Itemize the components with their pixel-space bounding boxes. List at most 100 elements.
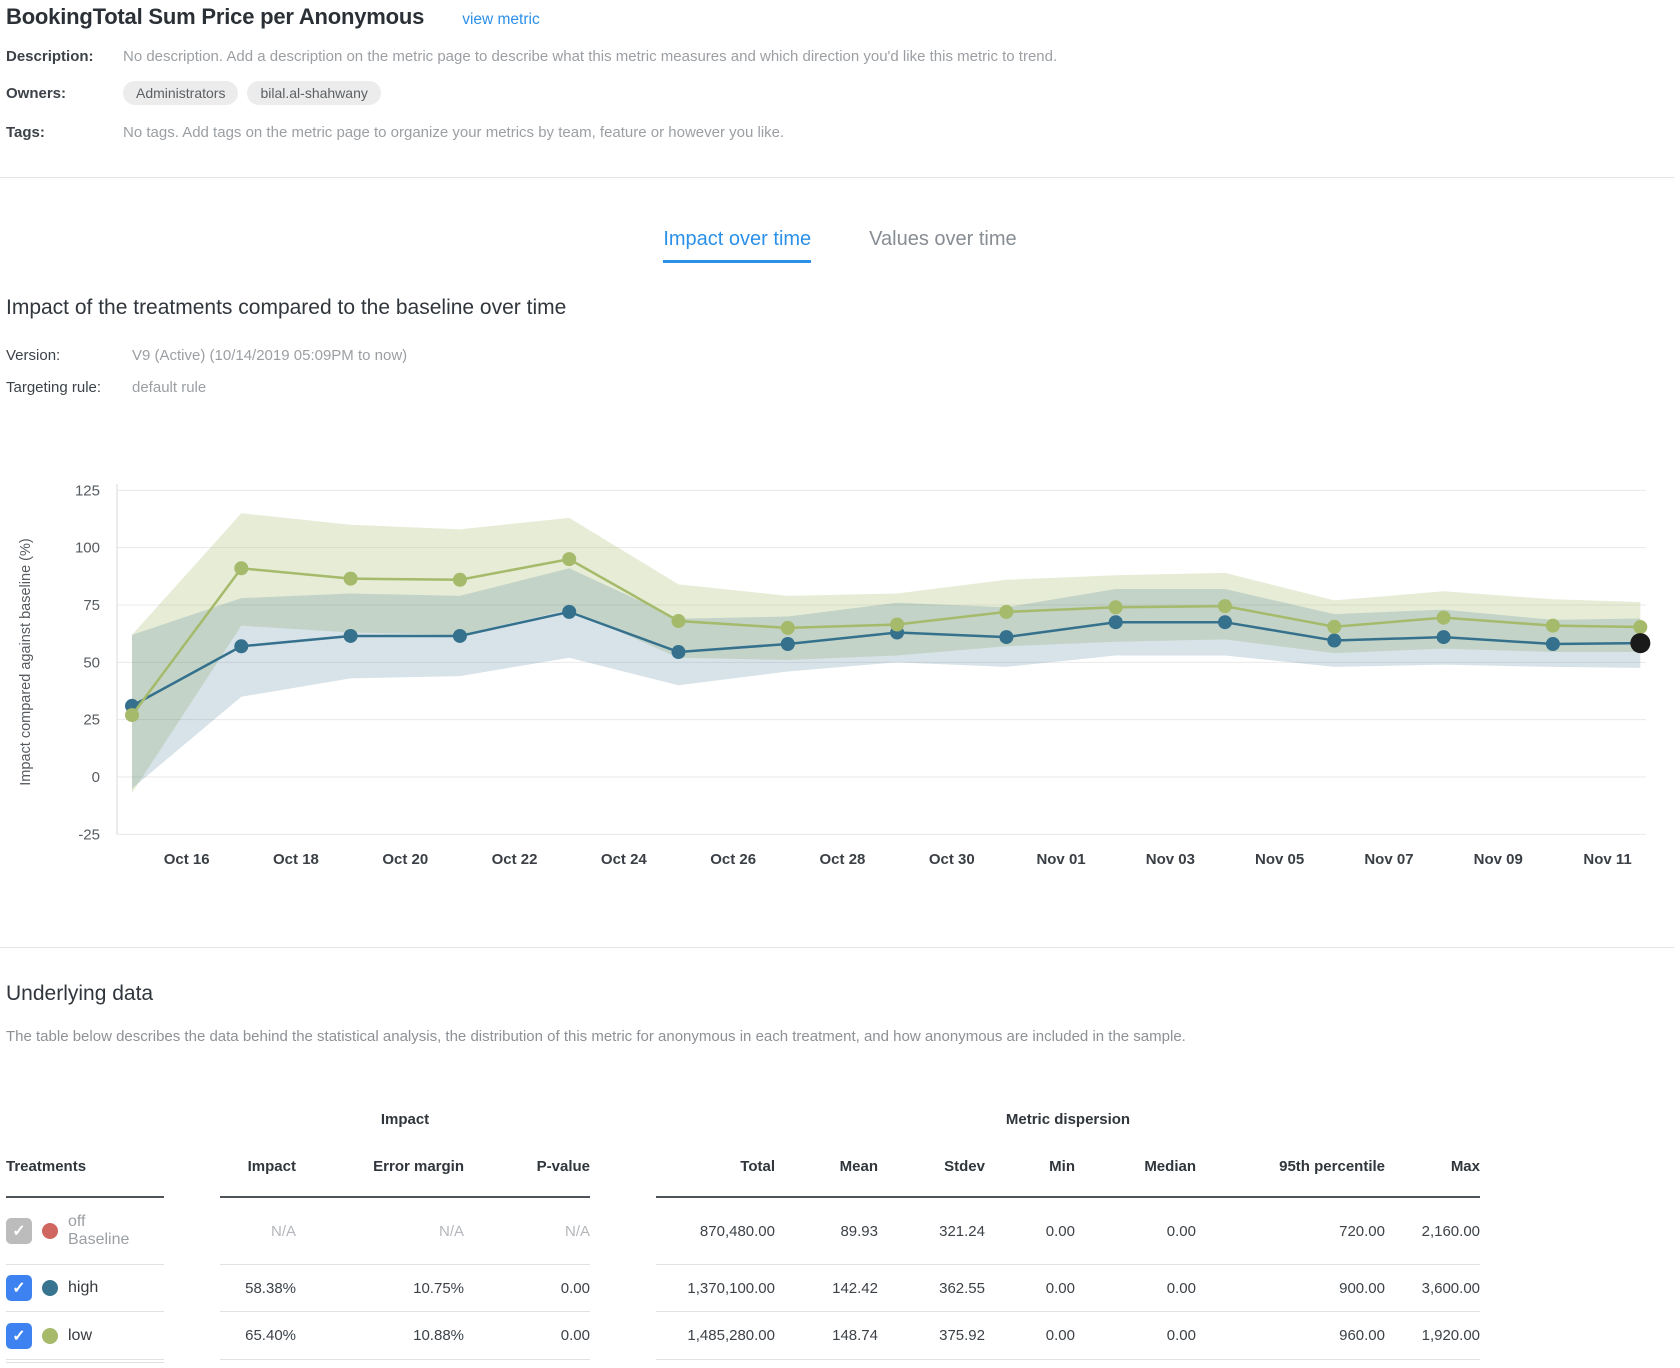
x-tick-label: Oct 22 xyxy=(492,851,538,868)
owner-badges: Administratorsbilal.al-shahwany xyxy=(123,81,381,105)
high-data-point[interactable] xyxy=(453,629,467,643)
impact-group-header: Impact xyxy=(220,1108,590,1136)
low-data-point[interactable] xyxy=(1218,599,1232,613)
column-header-total: Total xyxy=(656,1136,775,1198)
cell-max: 3,600.00 xyxy=(1385,1265,1480,1312)
cell-p-value: 0.00 xyxy=(464,1312,590,1360)
view-metric-link[interactable]: view metric xyxy=(462,11,540,29)
current-point-highlight[interactable] xyxy=(1630,633,1650,653)
cell-stdev: 375.92 xyxy=(878,1312,985,1360)
high-data-point[interactable] xyxy=(672,645,686,659)
column-header-min: Min xyxy=(985,1136,1075,1198)
cell-95th-percentile: 720.00 xyxy=(1196,1198,1385,1265)
description-value: No description. Add a description on the… xyxy=(123,48,1057,65)
low-data-point[interactable] xyxy=(1327,620,1341,634)
spacer xyxy=(164,1136,220,1196)
version-row: Version: V9 (Active) (10/14/2019 05:09PM… xyxy=(6,347,407,364)
targeting-rule-value: default rule xyxy=(132,379,206,396)
column-header-stdev: Stdev xyxy=(878,1136,985,1198)
low-data-point[interactable] xyxy=(344,572,358,586)
version-value: V9 (Active) (10/14/2019 05:09PM to now) xyxy=(132,347,407,364)
table-row-treatment-off: ✓offBaseline xyxy=(6,1198,164,1265)
low-data-point[interactable] xyxy=(781,621,795,635)
x-tick-label: Oct 24 xyxy=(601,851,648,868)
column-header-max: Max xyxy=(1385,1136,1480,1198)
metric-dispersion-group-header: Metric dispersion xyxy=(656,1108,1480,1136)
low-data-point[interactable] xyxy=(999,605,1013,619)
y-tick-label: 100 xyxy=(75,540,100,557)
low-data-point[interactable] xyxy=(1109,600,1123,614)
x-tick-label: Nov 09 xyxy=(1474,851,1523,868)
cell-median: 0.00 xyxy=(1075,1265,1196,1312)
x-tick-label: Oct 18 xyxy=(273,851,319,868)
impact-over-time-chart[interactable]: 1251007550250-25Impact compared against … xyxy=(0,440,1680,900)
cell-p-value: 0.00 xyxy=(464,1265,590,1312)
targeting-rule-row: Targeting rule: default rule xyxy=(6,379,206,396)
low-data-point[interactable] xyxy=(125,708,139,722)
cell-total: 870,480.00 xyxy=(656,1198,775,1265)
tab-values-over-time[interactable]: Values over time xyxy=(869,228,1016,263)
tab-impact-over-time[interactable]: Impact over time xyxy=(663,228,811,263)
description-row: Description: No description. Add a descr… xyxy=(6,48,1057,65)
x-tick-label: Nov 01 xyxy=(1036,851,1085,868)
cell-min: 0.00 xyxy=(985,1265,1075,1312)
header-divider xyxy=(0,177,1674,178)
low-data-point[interactable] xyxy=(562,552,576,566)
high-data-point[interactable] xyxy=(1546,637,1560,651)
spacer xyxy=(164,1265,220,1311)
tags-row: Tags: No tags. Add tags on the metric pa… xyxy=(6,124,784,141)
page-title: BookingTotal Sum Price per Anonymous xyxy=(6,4,424,30)
section-divider xyxy=(0,947,1674,948)
table-row-treatment-high: ✓ high xyxy=(6,1265,164,1312)
cell-error-margin: 10.88% xyxy=(296,1312,464,1360)
underlying-data-description: The table below describes the data behin… xyxy=(6,1028,1506,1045)
low-data-point[interactable] xyxy=(1633,620,1647,634)
version-label: Version: xyxy=(6,347,132,364)
low-data-point[interactable] xyxy=(672,614,686,628)
treatments-column-header: Treatments xyxy=(6,1136,164,1198)
column-header-median: Median xyxy=(1075,1136,1196,1198)
low-data-point[interactable] xyxy=(1546,619,1560,633)
y-axis-title: Impact compared against baseline (%) xyxy=(18,538,34,785)
spacer xyxy=(590,1136,656,1196)
low-data-point[interactable] xyxy=(234,561,248,575)
high-data-point[interactable] xyxy=(562,605,576,619)
treatment-color-dot-high xyxy=(42,1280,58,1296)
cell-min: 0.00 xyxy=(985,1198,1075,1265)
spacer xyxy=(164,1198,220,1264)
y-tick-label: 50 xyxy=(83,654,100,671)
low-data-point[interactable] xyxy=(453,573,467,587)
high-data-point[interactable] xyxy=(344,629,358,643)
low-data-point[interactable] xyxy=(1437,611,1451,625)
cell-total: 1,370,100.00 xyxy=(656,1265,775,1312)
tags-label: Tags: xyxy=(6,124,123,141)
cell-stdev: 321.24 xyxy=(878,1198,985,1265)
treatments-column-divider xyxy=(6,1362,164,1363)
high-data-point[interactable] xyxy=(1327,634,1341,648)
high-data-point[interactable] xyxy=(999,630,1013,644)
low-data-point[interactable] xyxy=(890,617,904,631)
page-header: BookingTotal Sum Price per Anonymous vie… xyxy=(6,4,540,30)
spacer xyxy=(590,1108,656,1136)
cell-stdev: 362.55 xyxy=(878,1265,985,1312)
description-label: Description: xyxy=(6,48,123,65)
checkbox-checked-icon[interactable]: ✓ xyxy=(6,1323,32,1349)
cell-median: 0.00 xyxy=(1075,1312,1196,1360)
high-data-point[interactable] xyxy=(234,639,248,653)
cell-total: 1,485,280.00 xyxy=(656,1312,775,1360)
high-data-point[interactable] xyxy=(1437,630,1451,644)
x-tick-label: Oct 28 xyxy=(820,851,866,868)
high-data-point[interactable] xyxy=(781,637,795,651)
cell-mean: 89.93 xyxy=(775,1198,878,1265)
cell-min: 0.00 xyxy=(985,1312,1075,1360)
x-tick-label: Nov 05 xyxy=(1255,851,1304,868)
high-data-point[interactable] xyxy=(1109,615,1123,629)
column-header-p-value: P-value xyxy=(464,1136,590,1198)
checkbox-checked-icon[interactable]: ✓ xyxy=(6,1275,32,1301)
treatment-label: low xyxy=(68,1327,92,1345)
x-tick-label: Nov 07 xyxy=(1364,851,1413,868)
column-header-95th-percentile: 95th percentile xyxy=(1196,1136,1385,1198)
treatment-label: high xyxy=(68,1279,98,1297)
targeting-rule-label: Targeting rule: xyxy=(6,379,132,396)
high-data-point[interactable] xyxy=(1218,615,1232,629)
